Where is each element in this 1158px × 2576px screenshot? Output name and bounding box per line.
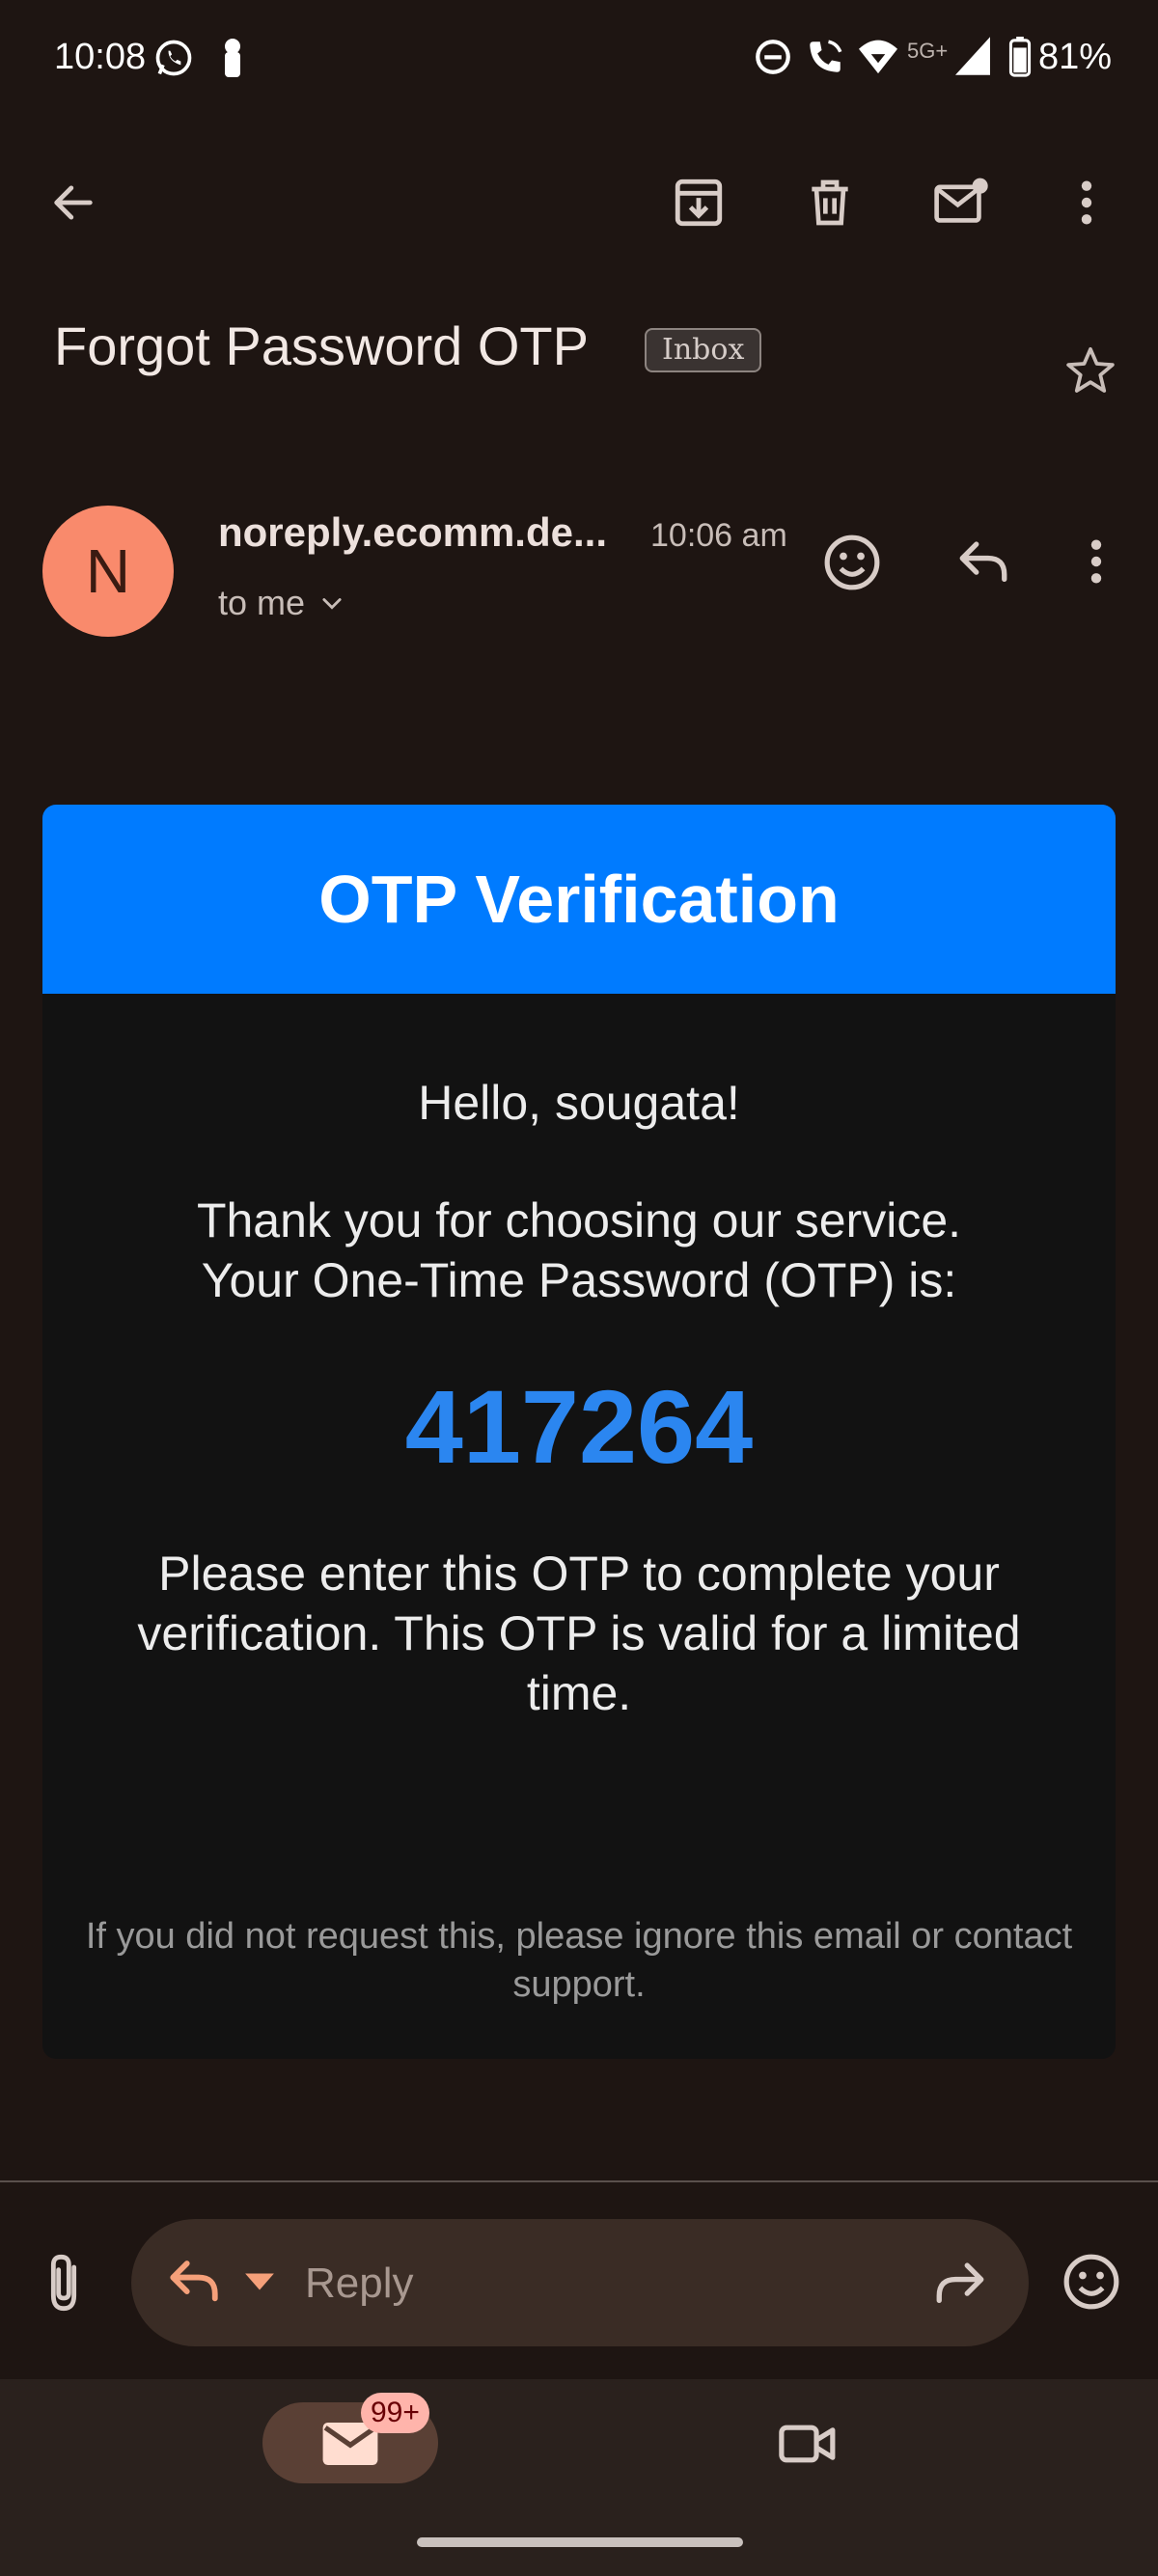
otp-code[interactable]: 417264	[42, 1366, 1116, 1487]
emoji-reaction-icon[interactable]	[822, 533, 882, 592]
notification-icon	[218, 37, 247, 79]
sender-name[interactable]: noreply.ecomm.de...	[218, 509, 607, 556]
sender-avatar[interactable]: N	[42, 506, 174, 637]
reply-bar-divider	[0, 2180, 1158, 2182]
footer-note: If you did not request this, please igno…	[85, 1916, 1073, 2005]
battery-percentage: 81%	[1038, 37, 1113, 77]
whatsapp-icon	[152, 37, 195, 79]
email-body-header: OTP Verification	[42, 805, 1116, 994]
email-time: 10:06 am	[650, 517, 787, 554]
attachment-icon[interactable]	[39, 2252, 89, 2314]
reply-type-icon[interactable]	[166, 2256, 222, 2304]
forward-icon[interactable]	[932, 2258, 988, 2306]
more-vert-icon[interactable]	[1056, 172, 1117, 233]
star-icon[interactable]	[1063, 343, 1117, 397]
mail-unread-badge: 99+	[361, 2393, 429, 2433]
email-body: OTP Verification Hello, sougata! Thank y…	[42, 805, 1116, 2059]
wifi-icon	[857, 37, 899, 75]
reply-placeholder[interactable]: Reply	[305, 2260, 414, 2308]
mark-unread-icon[interactable]	[930, 172, 992, 233]
network-type-label: 5G+	[907, 39, 949, 63]
recipient-details-toggle[interactable]: to me	[218, 583, 345, 623]
back-arrow-icon[interactable]	[42, 172, 104, 233]
recipient-label: to me	[218, 583, 306, 622]
archive-icon[interactable]	[668, 172, 730, 233]
intro-line-1: Thank you for choosing our service.	[196, 1193, 962, 1247]
wifi-calling-icon	[805, 37, 845, 77]
video-icon[interactable]	[778, 2420, 838, 2468]
email-subject: Forgot Password OTP	[54, 315, 589, 376]
emoji-icon[interactable]	[1062, 2252, 1121, 2312]
battery-icon	[1007, 37, 1033, 77]
do-not-disturb-icon	[753, 37, 793, 77]
reply-icon[interactable]	[955, 536, 1011, 585]
inbox-label-badge[interactable]: Inbox	[645, 328, 762, 372]
intro-text: Thank you for choosing our service. Your…	[42, 1191, 1116, 1310]
home-indicator[interactable]	[417, 2537, 743, 2547]
signal-icon	[955, 37, 990, 75]
sender-more-vert-icon[interactable]	[1087, 536, 1106, 587]
intro-line-2: Your One-Time Password (OTP) is:	[201, 1253, 957, 1307]
status-time: 10:08	[54, 37, 147, 77]
dropdown-arrow-icon[interactable]	[243, 2271, 276, 2292]
delete-icon[interactable]	[799, 172, 861, 233]
instructions-text: Please enter this OTP to complete your v…	[137, 1547, 1021, 1720]
chevron-down-icon	[318, 589, 345, 617]
greeting-text: Hello, sougata!	[418, 1076, 740, 1130]
